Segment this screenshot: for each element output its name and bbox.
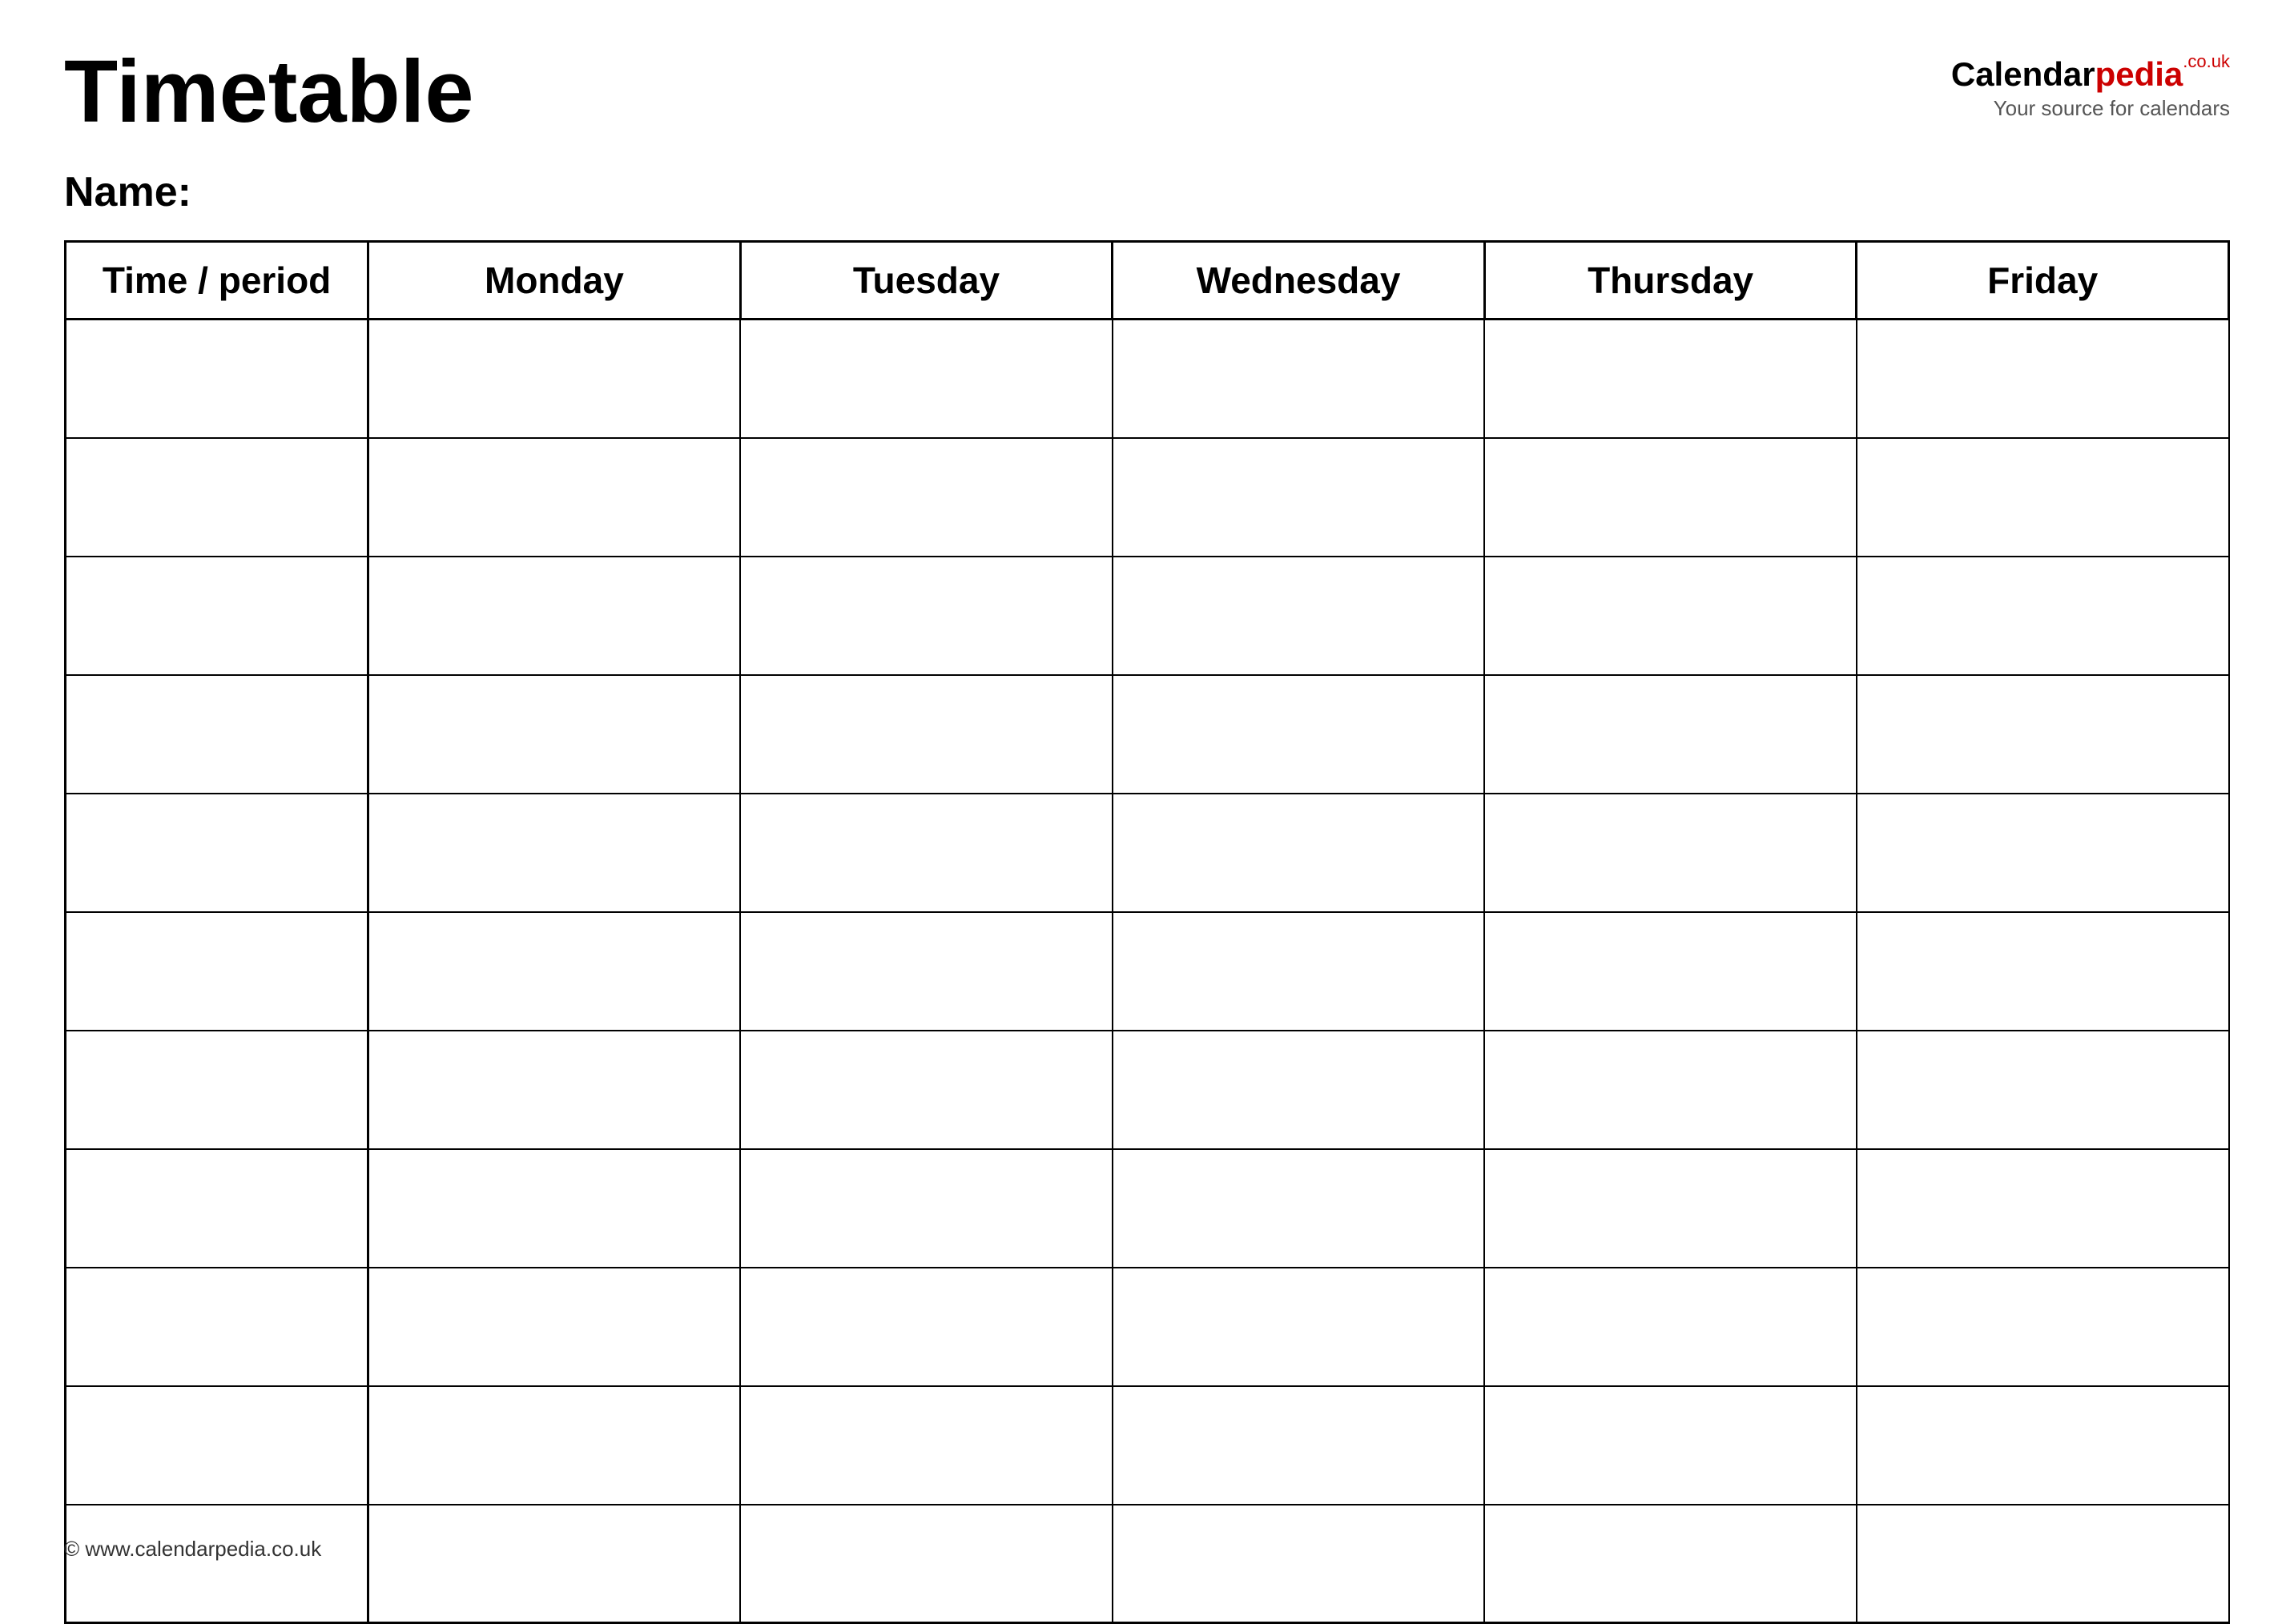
table-cell[interactable] <box>1857 1505 2229 1623</box>
table-cell[interactable] <box>1484 794 1857 912</box>
table-cell[interactable] <box>66 1505 368 1623</box>
table-cell[interactable] <box>1484 675 1857 794</box>
logo-couk: .co.uk <box>2183 51 2230 71</box>
table-cell[interactable] <box>1113 320 1485 438</box>
page-title: Timetable <box>64 48 474 136</box>
table-cell[interactable] <box>740 912 1113 1031</box>
table-cell[interactable] <box>740 438 1113 557</box>
table-row <box>66 438 2229 557</box>
table-cell[interactable] <box>1113 438 1485 557</box>
table-cell[interactable] <box>740 1149 1113 1268</box>
table-cell[interactable] <box>66 320 368 438</box>
table-row <box>66 1031 2229 1149</box>
table-cell[interactable] <box>368 1386 741 1505</box>
table-cell[interactable] <box>1113 1268 1485 1386</box>
table-cell[interactable] <box>368 1268 741 1386</box>
table-cell[interactable] <box>1857 320 2229 438</box>
table-cell[interactable] <box>66 1149 368 1268</box>
table-cell[interactable] <box>368 1505 741 1623</box>
table-cell[interactable] <box>368 912 741 1031</box>
table-cell[interactable] <box>1484 557 1857 675</box>
table-cell[interactable] <box>1857 1386 2229 1505</box>
table-cell[interactable] <box>368 675 741 794</box>
logo-pedia: pedia <box>2095 55 2183 93</box>
table-cell[interactable] <box>1857 438 2229 557</box>
table-cell[interactable] <box>368 794 741 912</box>
table-cell[interactable] <box>1857 1149 2229 1268</box>
table-cell[interactable] <box>66 912 368 1031</box>
footer-url: © www.calendarpedia.co.uk <box>64 1537 321 1562</box>
table-cell[interactable] <box>1113 675 1485 794</box>
table-row <box>66 912 2229 1031</box>
table-cell[interactable] <box>66 1268 368 1386</box>
table-cell[interactable] <box>1113 557 1485 675</box>
table-cell[interactable] <box>368 557 741 675</box>
table-cell[interactable] <box>1484 320 1857 438</box>
table-row <box>66 1386 2229 1505</box>
table-cell[interactable] <box>740 1031 1113 1149</box>
table-cell[interactable] <box>66 675 368 794</box>
col-header-friday: Friday <box>1857 242 2229 320</box>
table-row <box>66 794 2229 912</box>
table-cell[interactable] <box>66 557 368 675</box>
col-header-wednesday: Wednesday <box>1113 242 1485 320</box>
table-cell[interactable] <box>66 794 368 912</box>
table-cell[interactable] <box>66 1031 368 1149</box>
table-cell[interactable] <box>1484 1268 1857 1386</box>
table-cell[interactable] <box>1113 794 1485 912</box>
table-cell[interactable] <box>740 675 1113 794</box>
table-cell[interactable] <box>740 320 1113 438</box>
table-cell[interactable] <box>1113 1386 1485 1505</box>
timetable: Time / period Monday Tuesday Wednesday T… <box>64 240 2230 1624</box>
table-cell[interactable] <box>740 1505 1113 1623</box>
table-cell[interactable] <box>66 1386 368 1505</box>
table-cell[interactable] <box>1857 557 2229 675</box>
table-cell[interactable] <box>368 438 741 557</box>
table-row <box>66 1505 2229 1623</box>
table-cell[interactable] <box>1857 912 2229 1031</box>
col-header-tuesday: Tuesday <box>740 242 1113 320</box>
col-header-monday: Monday <box>368 242 741 320</box>
table-cell[interactable] <box>740 794 1113 912</box>
table-cell[interactable] <box>1857 1268 2229 1386</box>
col-header-time: Time / period <box>66 242 368 320</box>
table-cell[interactable] <box>1113 1031 1485 1149</box>
table-cell[interactable] <box>1113 912 1485 1031</box>
table-cell[interactable] <box>1857 794 2229 912</box>
table-cell[interactable] <box>368 1149 741 1268</box>
table-cell[interactable] <box>1857 1031 2229 1149</box>
table-cell[interactable] <box>368 320 741 438</box>
name-label: Name: <box>64 168 2230 216</box>
table-cell[interactable] <box>740 557 1113 675</box>
table-cell[interactable] <box>1857 675 2229 794</box>
table-cell[interactable] <box>740 1386 1113 1505</box>
table-row <box>66 557 2229 675</box>
logo-tagline: Your source for calendars <box>1994 96 2230 121</box>
logo-text: Calendarpedia.co.uk <box>1951 56 2230 93</box>
table-cell[interactable] <box>1484 1386 1857 1505</box>
table-cell[interactable] <box>66 438 368 557</box>
timetable-wrapper: Time / period Monday Tuesday Wednesday T… <box>64 240 2230 1624</box>
header: Timetable Calendarpedia.co.uk Your sourc… <box>64 48 2230 136</box>
logo-area: Calendarpedia.co.uk Your source for cale… <box>1951 56 2230 121</box>
table-row <box>66 1149 2229 1268</box>
table-row <box>66 320 2229 438</box>
logo-calendar: Calendar <box>1951 55 2095 93</box>
table-cell[interactable] <box>1484 1031 1857 1149</box>
table-cell[interactable] <box>1484 438 1857 557</box>
table-cell[interactable] <box>1484 1505 1857 1623</box>
table-row <box>66 1268 2229 1386</box>
table-cell[interactable] <box>368 1031 741 1149</box>
table-cell[interactable] <box>1113 1149 1485 1268</box>
table-header-row: Time / period Monday Tuesday Wednesday T… <box>66 242 2229 320</box>
col-header-thursday: Thursday <box>1484 242 1857 320</box>
table-cell[interactable] <box>740 1268 1113 1386</box>
table-cell[interactable] <box>1113 1505 1485 1623</box>
table-cell[interactable] <box>1484 1149 1857 1268</box>
table-cell[interactable] <box>1484 912 1857 1031</box>
table-row <box>66 675 2229 794</box>
